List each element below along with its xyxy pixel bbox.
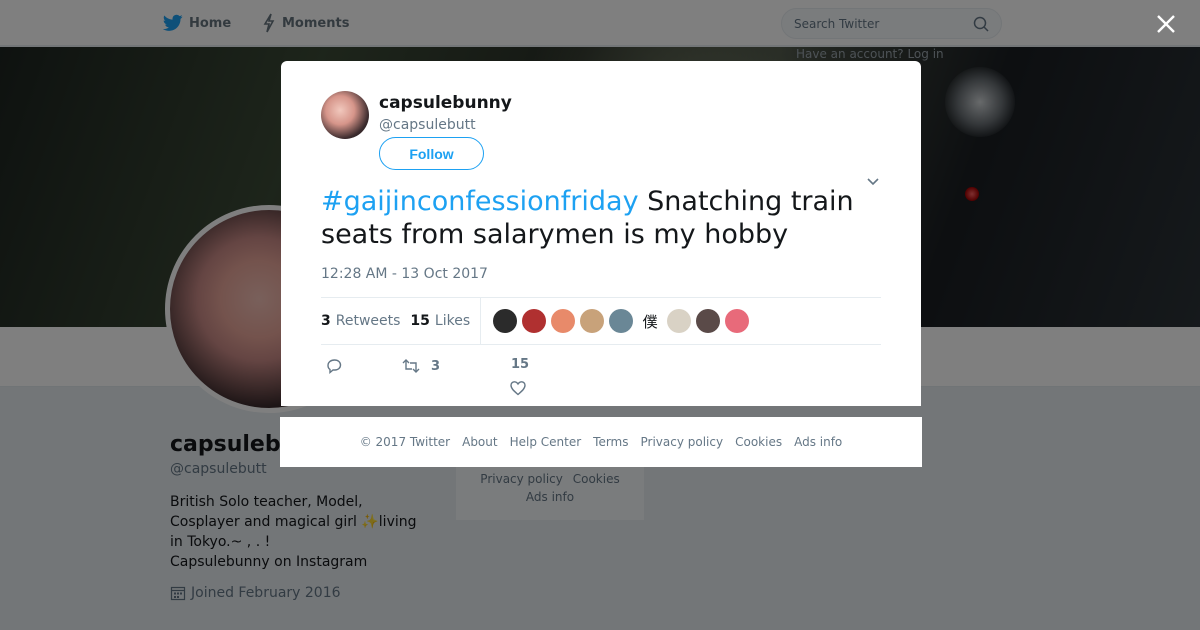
heart-icon — [510, 381, 526, 396]
like-button[interactable] — [509, 379, 527, 397]
footer-about[interactable]: About — [462, 435, 497, 449]
footer-cookies[interactable]: Cookies — [735, 435, 782, 449]
tweet-stats: 3 Retweets 15 Likes 僕 — [321, 297, 881, 345]
tweet-text: #gaijinconfessionfriday Snatching train … — [321, 185, 881, 251]
likers-avatars: 僕 — [481, 309, 754, 333]
modal-footer: © 2017 Twitter About Help Center Terms P… — [280, 417, 922, 467]
footer-terms[interactable]: Terms — [593, 435, 628, 449]
liker-avatar[interactable] — [609, 309, 634, 333]
retweet-button[interactable]: 3 — [401, 357, 440, 375]
liker-avatar[interactable] — [522, 309, 547, 333]
retweet-icon — [402, 359, 420, 373]
tweet-timestamp[interactable]: 12:28 AM - 13 Oct 2017 — [321, 266, 488, 282]
retweets-label: Retweets — [335, 313, 401, 329]
liker-avatar[interactable] — [725, 309, 750, 333]
close-icon[interactable] — [1152, 10, 1180, 38]
liker-avatar[interactable] — [696, 309, 721, 333]
liker-avatar[interactable] — [551, 309, 576, 333]
tweet-modal: capsulebunny @capsulebutt Follow #gaijin… — [281, 61, 921, 406]
tweet-author-handle[interactable]: @capsulebutt — [379, 117, 476, 133]
like-action-count: 15 — [511, 357, 530, 372]
follow-button[interactable]: Follow — [379, 137, 484, 170]
stats-counts: 3 Retweets 15 Likes — [321, 297, 482, 345]
liker-avatar[interactable] — [667, 309, 692, 333]
liker-avatar[interactable]: 僕 — [638, 309, 663, 333]
retweets-stat[interactable]: 3 Retweets — [321, 313, 400, 329]
reply-button[interactable] — [325, 357, 343, 375]
retweets-count: 3 — [321, 313, 331, 329]
footer-ads-info[interactable]: Ads info — [794, 435, 842, 449]
liker-avatar[interactable] — [580, 309, 605, 333]
tweet-actions: 3 15 — [321, 357, 621, 397]
likes-label: Likes — [434, 313, 471, 329]
likes-stat[interactable]: 15 Likes — [410, 313, 470, 329]
footer-copyright: © 2017 Twitter — [359, 435, 451, 449]
liker-avatar[interactable] — [493, 309, 518, 333]
retweet-action-count: 3 — [431, 358, 441, 374]
tweet-author-name[interactable]: capsulebunny — [379, 93, 512, 113]
tweet-author-avatar[interactable] — [321, 91, 369, 139]
tweet-hashtag[interactable]: #gaijinconfessionfriday — [321, 186, 639, 217]
reply-icon — [327, 359, 342, 374]
footer-privacy[interactable]: Privacy policy — [641, 435, 724, 449]
likes-count: 15 — [410, 313, 430, 329]
footer-help-center[interactable]: Help Center — [510, 435, 582, 449]
